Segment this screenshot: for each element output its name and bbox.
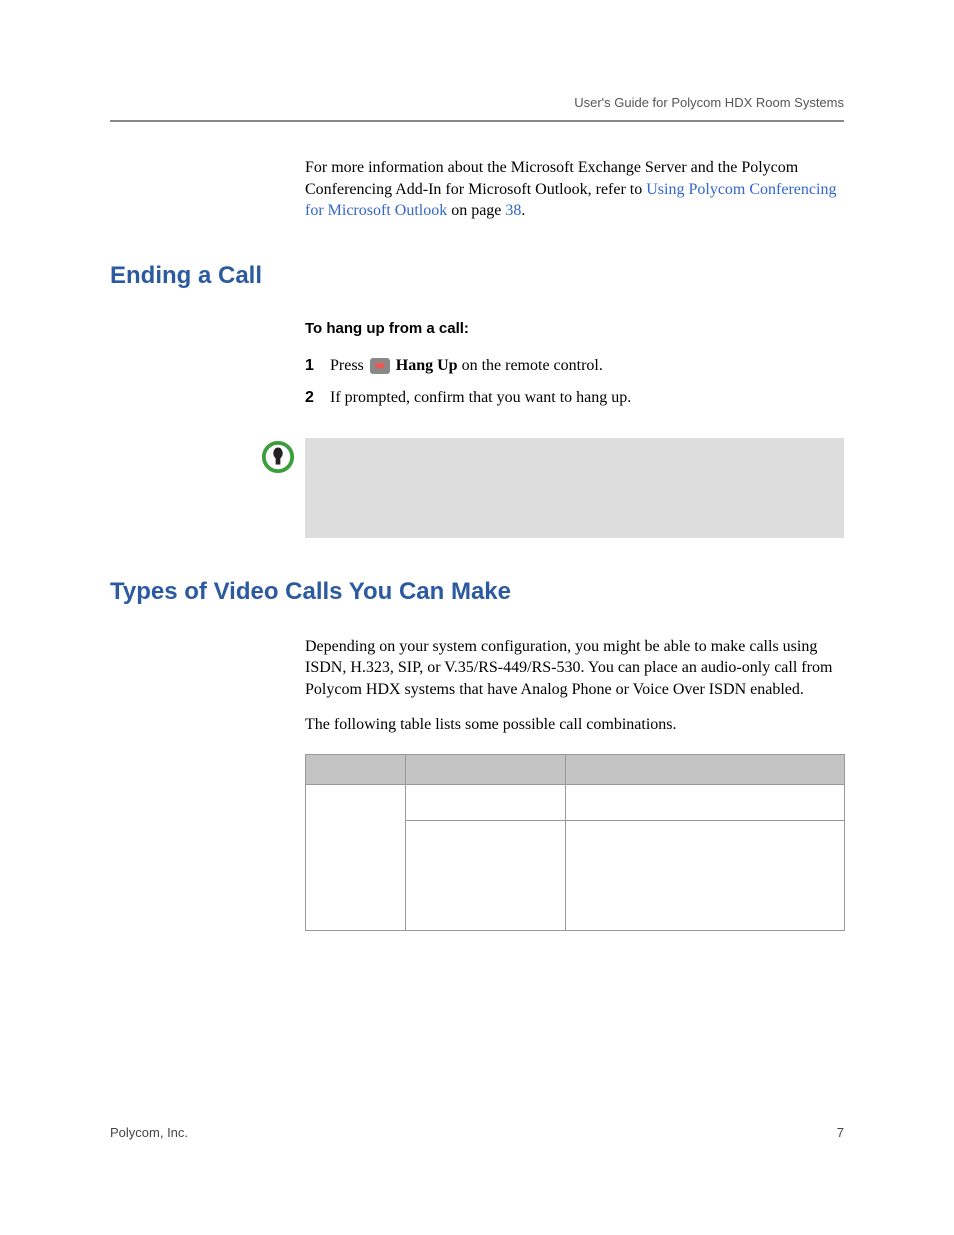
table-header <box>405 754 565 784</box>
types-paragraph-1: Depending on your system configuration, … <box>305 636 844 701</box>
table-cell <box>565 820 844 930</box>
intro-paragraph: For more information about the Microsoft… <box>305 157 844 222</box>
table-header-row <box>306 754 845 784</box>
procedure-title: To hang up from a call: <box>305 320 844 337</box>
table-cell <box>565 784 844 820</box>
step-bold: Hang Up <box>396 357 458 374</box>
step-text-post: on the remote control. <box>458 357 603 374</box>
running-header: User's Guide for Polycom HDX Room System… <box>110 95 844 110</box>
step-content: If prompted, confirm that you want to ha… <box>330 387 844 409</box>
step-content: Press Hang Up on the remote control. <box>330 355 844 377</box>
header-rule <box>110 120 844 122</box>
types-paragraph-2: The following table lists some possible … <box>305 714 844 736</box>
intro-text-end: . <box>521 202 525 219</box>
note-block <box>250 438 844 538</box>
note-content <box>305 438 844 538</box>
step-2: 2 If prompted, confirm that you want to … <box>305 387 844 409</box>
page-footer: Polycom, Inc. 7 <box>110 1125 844 1140</box>
step-number: 2 <box>305 387 330 409</box>
intro-text-mid: on page <box>447 202 505 219</box>
link-page-ref[interactable]: 38 <box>505 202 521 219</box>
tip-icon <box>261 440 295 474</box>
table-cell <box>405 784 565 820</box>
table-header <box>565 754 844 784</box>
table-cell <box>306 784 406 930</box>
hangup-icon <box>370 358 390 374</box>
table-header <box>306 754 406 784</box>
heading-types-of-calls: Types of Video Calls You Can Make <box>110 578 844 606</box>
step-text-pre: Press <box>330 357 368 374</box>
table-row <box>306 784 845 820</box>
footer-page-number: 7 <box>837 1125 844 1140</box>
call-combinations-table <box>305 754 845 931</box>
table-cell <box>405 820 565 930</box>
note-icon-wrap <box>250 438 305 538</box>
step-1: 1 Press Hang Up on the remote control. <box>305 355 844 377</box>
heading-ending-a-call: Ending a Call <box>110 262 844 290</box>
step-number: 1 <box>305 355 330 377</box>
footer-company: Polycom, Inc. <box>110 1125 188 1140</box>
